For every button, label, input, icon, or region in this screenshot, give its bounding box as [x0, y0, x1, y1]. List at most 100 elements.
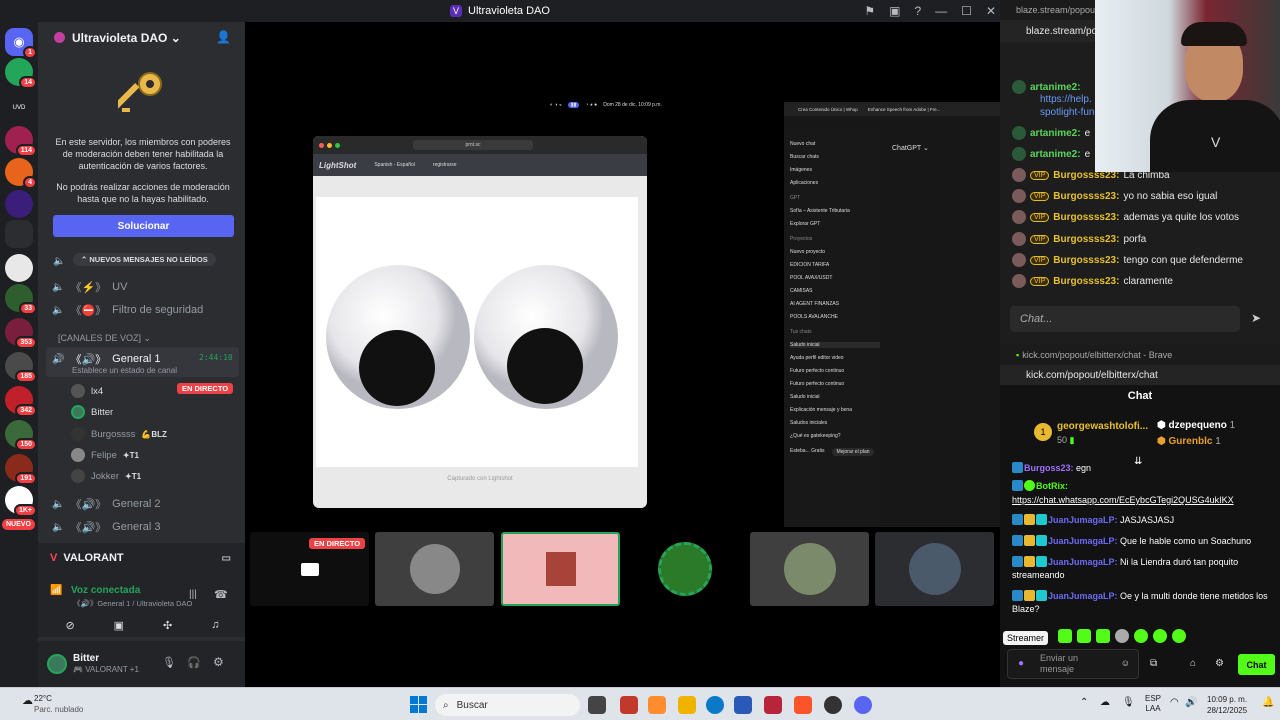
- cg-chat: Futuro perfecto continuo: [790, 381, 845, 387]
- participant-tile[interactable]: [750, 532, 869, 606]
- blaze-chat-input[interactable]: Chat...: [1010, 306, 1240, 332]
- server-icon[interactable]: 1K+: [5, 486, 37, 517]
- inbox-icon[interactable]: ▣: [889, 4, 900, 18]
- app-icon[interactable]: [764, 696, 782, 714]
- wifi-icon[interactable]: ◠: [1170, 697, 1179, 708]
- share-screen-icon[interactable]: ▣: [114, 619, 124, 632]
- participant-tile[interactable]: [875, 532, 994, 606]
- fix-button[interactable]: Solucionar: [53, 215, 234, 237]
- cg-gpt: Sofía – Asistente Tributaria: [790, 208, 850, 214]
- badge: 33: [19, 302, 37, 315]
- channel-general-2[interactable]: 🔈 《🔊》 General 2: [52, 496, 160, 512]
- server-icon[interactable]: 33: [5, 284, 37, 315]
- send-icon[interactable]: ➤: [1251, 311, 1261, 325]
- kick-tools-icon[interactable]: ⧉: [1150, 658, 1157, 669]
- lightshot-nav: Spanish - Español: [374, 162, 415, 168]
- voice-user[interactable]: Burgossss 💪BLZ: [71, 427, 167, 441]
- server-icon[interactable]: 353: [5, 318, 37, 349]
- add-member-icon[interactable]: 👤: [216, 30, 231, 44]
- voice-user[interactable]: Bitter: [71, 405, 113, 419]
- taskview-icon[interactable]: [588, 696, 606, 714]
- server-icon[interactable]: [5, 190, 33, 218]
- activity-row[interactable]: V VALORANT ▭: [38, 543, 245, 573]
- kick-link[interactable]: https://chat.whatsapp.com/EcEybcGTegi2QU…: [1012, 494, 1274, 507]
- headphones-icon[interactable]: 🎧: [187, 656, 201, 669]
- server-icon[interactable]: 150: [5, 420, 37, 451]
- discord-taskbar-icon[interactable]: [854, 696, 872, 714]
- app-icon[interactable]: [824, 696, 842, 714]
- top-gifter[interactable]: georgewashtolofi...: [1057, 421, 1148, 432]
- emote-row[interactable]: [1058, 629, 1186, 643]
- soundboard-icon[interactable]: ♫: [211, 619, 219, 631]
- help-icon[interactable]: ?: [914, 4, 921, 18]
- app-icon[interactable]: [620, 696, 638, 714]
- chat-link[interactable]: https://help.: [1040, 94, 1092, 105]
- notifications-icon[interactable]: 🔔: [1262, 697, 1274, 708]
- server-icon[interactable]: 191: [5, 454, 37, 485]
- user-panel: Bitter 🎮 VALORANT +1 🎙 🎧 ⚙: [38, 641, 245, 687]
- chat-link[interactable]: spotlight-fun: [1040, 107, 1094, 118]
- server-icon[interactable]: 342: [5, 386, 37, 417]
- participant-tile[interactable]: [625, 532, 744, 606]
- minimize-icon[interactable]: —: [935, 4, 947, 18]
- server-name[interactable]: Ultravioleta DAO ⌄: [72, 31, 181, 45]
- app-icon[interactable]: [734, 696, 752, 714]
- server-icon[interactable]: [5, 254, 33, 282]
- server-icon[interactable]: 114: [5, 126, 37, 157]
- send-chat-button[interactable]: Chat: [1238, 654, 1275, 675]
- username[interactable]: Bitter: [73, 653, 99, 664]
- badge: 4: [23, 176, 37, 189]
- tray-chevron-icon[interactable]: ⌃: [1080, 697, 1088, 708]
- leader[interactable]: ⬢ dzepequeno 1: [1157, 420, 1235, 431]
- taskbar-search[interactable]: ⌕ Buscar: [435, 694, 580, 716]
- leader[interactable]: ⬢ Gurenblc 1: [1157, 436, 1221, 447]
- close-icon[interactable]: ✕: [986, 4, 996, 18]
- brave-icon[interactable]: [794, 696, 812, 714]
- channel-general-1[interactable]: 🔊 《🔊》 General 1: [52, 351, 160, 367]
- voice-user[interactable]: lx4: [71, 384, 103, 398]
- participant-tile[interactable]: [375, 532, 494, 606]
- settings-icon[interactable]: ⚙: [1215, 658, 1224, 669]
- server-icon[interactable]: [5, 220, 33, 248]
- settings-icon[interactable]: ⚙: [213, 655, 224, 669]
- app-icon[interactable]: [648, 696, 666, 714]
- avatar[interactable]: [47, 654, 67, 674]
- server-icon[interactable]: UVD: [5, 94, 33, 122]
- language-indicator[interactable]: ESP LAA: [1145, 694, 1161, 714]
- channel-filtro[interactable]: 🔈 《⛔》 Filtro de seguridad: [52, 302, 203, 318]
- kick-url[interactable]: kick.com/popout/elbitterx/chat: [1000, 365, 1280, 385]
- cg-menu-item: Nuevo chat: [790, 141, 816, 147]
- clock[interactable]: 10:09 p. m. 28/12/2025: [1207, 694, 1247, 716]
- participant-tile[interactable]: [501, 532, 620, 606]
- flag-icon[interactable]: ⚑: [864, 4, 875, 18]
- channel-status[interactable]: Establece un estado de canal: [72, 366, 177, 375]
- stream-stage[interactable]: ◐ ◑ ◒ ▮▮ ◔ ◕ ● Dom 28 de dic. 10:09 p.m. pr…: [245, 22, 1000, 687]
- disconnect-icon[interactable]: ☎: [214, 588, 228, 601]
- kick-message-input[interactable]: ● Enviar un mensaje ☺: [1007, 649, 1139, 679]
- maximize-icon[interactable]: ☐: [961, 4, 972, 18]
- activities-icon[interactable]: ✣: [163, 619, 172, 632]
- tray-icon[interactable]: ☁: [1100, 697, 1110, 708]
- voice-user[interactable]: Felipe ✦T1: [71, 448, 139, 462]
- weather-temp[interactable]: 22°C: [34, 694, 52, 703]
- server-icon[interactable]: 4: [5, 158, 37, 189]
- file-explorer-icon[interactable]: [678, 696, 696, 714]
- camera-off-icon[interactable]: ⊘: [65, 619, 74, 632]
- windows-start-icon[interactable]: [410, 696, 427, 713]
- tray-mic-icon[interactable]: 🎙: [1122, 697, 1135, 708]
- server-icon[interactable]: 14: [5, 58, 37, 89]
- server-icon[interactable]: 185: [5, 352, 37, 383]
- microphone-icon[interactable]: 🎙: [162, 656, 176, 669]
- discord-home-icon[interactable]: ◉ 1: [5, 28, 37, 59]
- store-icon[interactable]: ⌂: [1190, 658, 1196, 669]
- voice-connected[interactable]: Voz conectada: [71, 585, 140, 596]
- edge-icon[interactable]: [706, 696, 724, 714]
- new-messages-bar[interactable]: ⌃ NUEVOS MENSAJES NO LEÍDOS: [73, 253, 216, 266]
- voice-category[interactable]: [CANALES DE VOZ] ⌄: [58, 333, 151, 344]
- noise-icon[interactable]: |||: [189, 589, 197, 600]
- channel-uv[interactable]: 🔈 《⚡》 UV: [52, 279, 127, 295]
- channel-general-3[interactable]: 🔈 《🔊》 General 3: [52, 519, 160, 535]
- voice-user[interactable]: Jokker ✦T1: [71, 469, 141, 483]
- volume-icon[interactable]: 🔊: [1185, 697, 1197, 708]
- cg-upgrade: Mejorar el plan: [832, 448, 874, 456]
